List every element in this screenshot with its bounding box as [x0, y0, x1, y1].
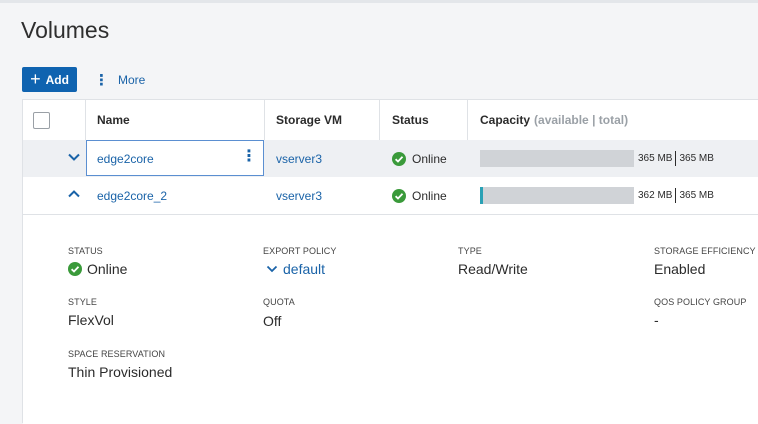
detail-qos-value: - [654, 312, 659, 328]
check-circle-icon [392, 188, 406, 203]
status-cell: Online [392, 177, 447, 214]
column-divider [264, 100, 265, 140]
table-row[interactable]: edge2core ⋮ vserver3 Online 365 MB 365 MB [23, 140, 758, 178]
detail-quota-label: QUOTA [263, 297, 295, 307]
detail-export-policy-label: EXPORT POLICY [263, 246, 337, 256]
detail-quota-value: Off [263, 313, 282, 329]
table-header: Name Storage VM Status Capacity (availab… [23, 100, 758, 141]
select-all-checkbox[interactable] [33, 112, 50, 129]
header-capacity-sub: (available | total) [534, 113, 629, 127]
more-button[interactable]: ⋮ More [94, 70, 145, 90]
column-divider [467, 100, 468, 140]
chevron-down-icon[interactable] [266, 263, 278, 275]
detail-status-label: STATUS [68, 246, 103, 256]
detail-style-label: STYLE [68, 297, 98, 307]
detail-style-value: FlexVol [68, 312, 114, 328]
volume-name-link[interactable]: edge2core [97, 140, 154, 177]
capacity-text: 365 MB 365 MB [638, 140, 714, 177]
chevron-up-icon[interactable] [67, 187, 81, 201]
add-button[interactable]: + Add [22, 67, 77, 92]
table-row[interactable]: edge2core_2 vserver3 Online 362 MB 365 MB [23, 177, 758, 215]
capacity-bar [480, 150, 634, 167]
plus-icon: + [30, 68, 41, 89]
header-storage-vm[interactable]: Storage VM [276, 100, 342, 140]
detail-storage-efficiency-label: STORAGE EFFICIENCY [654, 246, 756, 256]
detail-status-text: Online [87, 261, 128, 277]
detail-space-reservation-label: SPACE RESERVATION [68, 349, 166, 359]
status-text: Online [412, 188, 447, 203]
status-cell: Online [392, 140, 447, 177]
capacity-available: 365 MB [638, 153, 673, 164]
volume-name-link[interactable]: edge2core_2 [97, 177, 167, 214]
capacity-total: 365 MB [679, 153, 714, 164]
volume-details-panel: STATUS Online EXPORT POLICY default TYPE… [23, 215, 758, 424]
more-button-label: More [118, 73, 146, 87]
kebab-icon: ⋮ [94, 71, 109, 89]
capacity-bar [480, 187, 634, 204]
capacity-divider [675, 188, 677, 203]
page-title: Volumes [21, 17, 110, 43]
header-capacity[interactable]: Capacity (available | total) [480, 100, 628, 140]
header-capacity-label: Capacity [480, 113, 531, 127]
capacity-total: 365 MB [679, 190, 714, 201]
storage-vm-link[interactable]: vserver3 [276, 140, 322, 177]
capacity-text: 362 MB 365 MB [638, 177, 714, 214]
detail-type-label: TYPE [458, 246, 482, 256]
header-name[interactable]: Name [97, 100, 130, 140]
top-divider [0, 0, 758, 3]
chevron-down-icon[interactable] [67, 150, 81, 164]
column-divider [85, 100, 86, 140]
kebab-icon[interactable]: ⋮ [241, 149, 257, 165]
detail-status-value: Online [68, 261, 127, 277]
detail-export-policy-value[interactable]: default [266, 261, 325, 277]
check-circle-icon [392, 151, 406, 166]
status-text: Online [412, 151, 447, 166]
column-divider [379, 100, 380, 140]
export-policy-link[interactable]: default [283, 261, 325, 277]
check-circle-icon [68, 262, 82, 276]
capacity-bar-fill [480, 187, 483, 204]
detail-space-reservation-value: Thin Provisioned [68, 364, 173, 380]
header-status[interactable]: Status [392, 100, 429, 140]
volumes-table: Name Storage VM Status Capacity (availab… [22, 99, 758, 424]
add-button-label: Add [45, 72, 69, 87]
detail-qos-label: QOS POLICY GROUP [654, 297, 747, 307]
detail-type-value: Read/Write [458, 261, 528, 277]
capacity-available: 362 MB [638, 190, 673, 201]
capacity-divider [675, 151, 677, 166]
storage-vm-link[interactable]: vserver3 [276, 177, 322, 214]
detail-storage-efficiency-value: Enabled [654, 261, 706, 277]
